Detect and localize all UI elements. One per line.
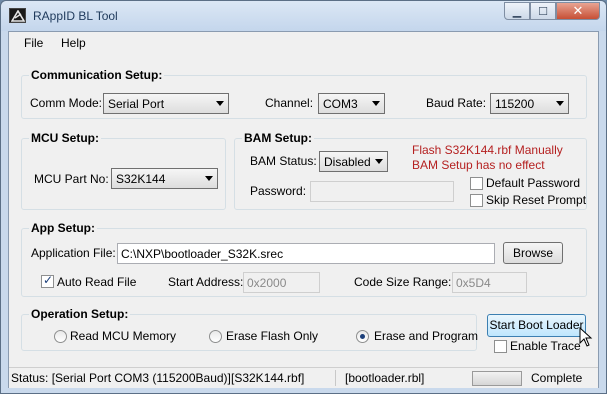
comm-mode-label: Comm Mode: [30,96,103,110]
baud-rate-label: Baud Rate: [426,96,487,110]
bam-status-select[interactable]: Disabled [319,151,388,172]
bam-note-line2: BAM Setup has no effect [412,158,545,172]
close-button[interactable]: ✕ [556,2,600,20]
start-address-value: 0x2000 [247,276,287,290]
application-file-value: C:\NXP\bootloader_S32K.srec [121,247,284,261]
minimize-icon: ▁ [512,5,522,18]
window-title: RAppID BL Tool [33,9,118,23]
application-file-label: Application File: [31,246,116,260]
mcu-setup-group: MCU Setup: MCU Part No: S32K144 [21,131,226,210]
menu-bar: File Help [9,32,598,54]
menu-file[interactable]: File [24,36,43,50]
erase-and-program-label: Erase and Program [374,329,479,343]
chevron-down-icon [556,101,564,106]
enable-trace-checkbox[interactable] [494,340,507,353]
client-area: File Help Communication Setup: Comm Mode… [8,31,599,388]
baud-rate-select[interactable]: 115200 [490,93,569,114]
status-rbl: [bootloader.rbl] [345,371,425,385]
mouse-pointer-icon [579,327,593,347]
skip-reset-checkbox[interactable] [470,194,483,207]
application-file-input[interactable]: C:\NXP\bootloader_S32K.srec [117,243,495,264]
erase-flash-only-radio[interactable] [209,330,222,343]
mcu-setup-title: MCU Setup: [29,131,101,145]
default-password-checkbox[interactable] [470,177,483,190]
chevron-down-icon [375,159,383,164]
default-password-label: Default Password [486,176,581,190]
communication-setup-group: Communication Setup: Comm Mode: Serial P… [21,68,587,119]
app-logo-icon [9,8,26,23]
app-window: RAppID BL Tool ▁ ☐ ✕ File Help Communica… [0,0,607,394]
code-size-value: 0x5D4 [456,276,491,290]
bam-note-line1: Flash S32K144.rbf Manually [412,143,563,157]
mcu-part-label: MCU Part No: [34,172,109,186]
mcu-part-value: S32K144 [116,172,166,186]
read-mcu-memory-label: Read MCU Memory [70,329,177,343]
bam-setup-title: BAM Setup: [242,131,314,145]
password-input[interactable] [310,181,454,202]
mcu-part-select[interactable]: S32K144 [111,168,218,189]
minimize-button[interactable]: ▁ [504,2,530,20]
code-size-label: Code Size Range: [354,275,452,289]
bam-status-value: Disabled [324,155,371,169]
app-setup-title: App Setup: [29,221,97,235]
operation-setup-title: Operation Setup: [29,307,131,321]
status-connection: Status: [Serial Port COM3 (115200Baud)] [11,371,231,385]
start-address-label: Start Address: [168,275,244,289]
title-bar[interactable]: RAppID BL Tool ▁ ☐ ✕ [1,1,606,31]
channel-value: COM3 [323,97,358,111]
comm-mode-select[interactable]: Serial Port [103,93,229,114]
start-address-input[interactable]: 0x2000 [243,272,320,293]
status-separator [335,370,336,386]
maximize-button[interactable]: ☐ [530,2,556,20]
baud-rate-value: 115200 [495,97,535,111]
menu-help[interactable]: Help [61,36,86,50]
maximize-icon: ☐ [538,5,548,18]
channel-label: Channel: [265,96,314,110]
browse-button[interactable]: Browse [503,242,563,264]
skip-reset-label: Skip Reset Prompt [486,193,587,207]
app-setup-group: App Setup: Application File: C:\NXP\boot… [21,221,587,297]
code-size-input[interactable]: 0x5D4 [452,272,527,293]
bam-status-label: BAM Status: [250,154,317,168]
bam-setup-group: BAM Setup: BAM Status: Disabled Flash S3… [234,131,587,210]
erase-and-program-radio[interactable] [356,330,369,343]
read-mcu-memory-radio[interactable] [54,330,67,343]
erase-flash-only-label: Erase Flash Only [226,329,319,343]
auto-read-file-checkbox[interactable] [41,273,54,288]
status-bar: Status: [Serial Port COM3 (115200Baud)] … [9,367,598,388]
channel-select[interactable]: COM3 [318,93,385,114]
chevron-down-icon [216,101,224,106]
close-icon: ✕ [572,3,584,18]
communication-setup-title: Communication Setup: [29,68,165,82]
enable-trace-label: Enable Trace [510,339,581,353]
status-state: Complete [531,371,583,385]
chevron-down-icon [205,176,213,181]
status-progress-bar [472,371,522,386]
operation-setup-group: Operation Setup: Read MCU Memory Erase F… [21,307,479,351]
start-boot-loader-button[interactable]: Start Boot Loader [487,314,586,337]
comm-mode-value: Serial Port [108,97,165,111]
password-label: Password: [250,184,307,198]
status-rbf: [S32K144.rbf] [231,371,305,385]
chevron-down-icon [372,101,380,106]
auto-read-file-label: Auto Read File [57,275,137,289]
